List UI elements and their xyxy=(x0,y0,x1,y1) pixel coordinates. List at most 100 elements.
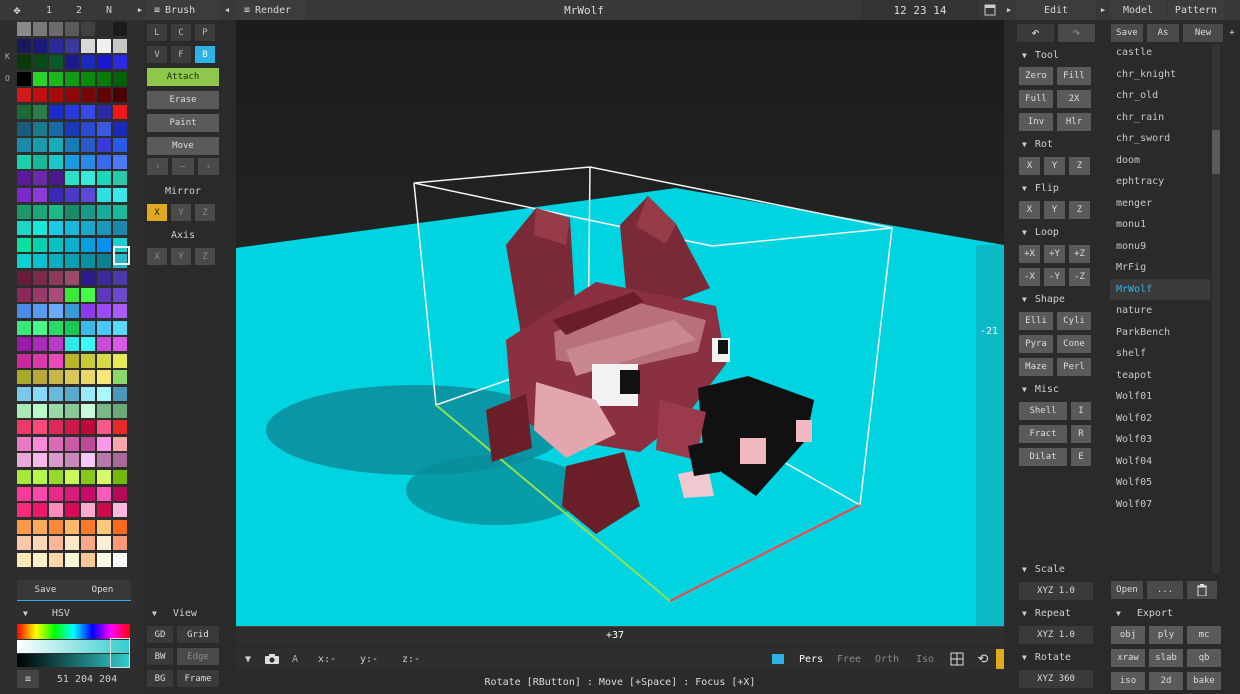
color-swatch[interactable] xyxy=(49,154,63,169)
cyli-button[interactable]: Cyli xyxy=(1056,311,1092,331)
color-swatch[interactable] xyxy=(49,254,63,269)
color-swatch[interactable] xyxy=(33,121,47,136)
export-ply-button[interactable]: ply xyxy=(1148,625,1184,645)
2x-button[interactable]: 2X xyxy=(1056,89,1092,109)
export-slab-button[interactable]: slab xyxy=(1148,648,1184,668)
color-swatch[interactable] xyxy=(81,104,95,119)
brush-mode-c[interactable]: C xyxy=(170,23,192,42)
color-swatch[interactable] xyxy=(97,104,111,119)
color-swatch[interactable] xyxy=(17,453,31,468)
color-swatch[interactable] xyxy=(113,304,127,319)
model-list-item[interactable]: Wolf02 xyxy=(1110,408,1210,430)
color-swatch[interactable] xyxy=(81,154,95,169)
paint-button[interactable]: Paint xyxy=(146,113,220,133)
erase-button[interactable]: Erase xyxy=(146,90,220,110)
color-swatch[interactable] xyxy=(81,171,95,186)
model-list-item[interactable]: monu1 xyxy=(1110,214,1210,236)
color-swatch[interactable] xyxy=(65,88,79,103)
color-swatch[interactable] xyxy=(49,470,63,485)
color-swatch[interactable] xyxy=(97,287,111,302)
color-swatch[interactable] xyxy=(113,138,127,153)
model-list-item[interactable]: shelf xyxy=(1110,343,1210,365)
color-swatch[interactable] xyxy=(97,187,111,202)
arrow-left-button[interactable]: ‹ xyxy=(146,157,170,176)
color-swatch[interactable] xyxy=(49,553,63,567)
brush-mode-v[interactable]: V xyxy=(146,45,168,64)
mirror-y-button[interactable]: Y xyxy=(170,203,192,222)
color-swatch[interactable] xyxy=(33,88,47,103)
reset-view-icon[interactable]: ⟲ xyxy=(970,652,996,667)
scale-value[interactable]: XYZ 1.0 xyxy=(1018,581,1094,601)
color-swatch[interactable] xyxy=(113,187,127,202)
new-model-button[interactable]: New xyxy=(1182,23,1224,43)
color-swatch[interactable] xyxy=(113,436,127,451)
color-swatch[interactable] xyxy=(49,453,63,468)
color-swatch[interactable] xyxy=(65,104,79,119)
fract-r-button[interactable]: R xyxy=(1070,424,1092,444)
color-swatch[interactable] xyxy=(97,55,111,70)
model-list-item[interactable]: Wolf04 xyxy=(1110,451,1210,473)
color-swatch[interactable] xyxy=(49,104,63,119)
color-swatch[interactable] xyxy=(97,403,111,418)
color-swatch[interactable] xyxy=(81,38,95,53)
color-swatch[interactable] xyxy=(17,171,31,186)
color-swatch[interactable] xyxy=(113,553,127,567)
color-swatch[interactable] xyxy=(33,553,47,567)
model-list-item[interactable]: chr_knight xyxy=(1110,64,1210,86)
axis-x-button[interactable]: X xyxy=(146,247,168,266)
palette-menu-icon[interactable]: ≡ xyxy=(17,670,39,688)
color-swatch[interactable] xyxy=(113,320,127,335)
edge-button[interactable]: Edge xyxy=(176,647,220,666)
color-swatch[interactable] xyxy=(113,453,127,468)
color-swatch[interactable] xyxy=(33,453,47,468)
color-swatch[interactable] xyxy=(17,204,31,219)
color-swatch[interactable] xyxy=(33,187,47,202)
color-swatch[interactable] xyxy=(17,536,31,551)
color-swatch[interactable] xyxy=(81,420,95,435)
rotate-header[interactable]: ▼ Rotate xyxy=(1016,648,1096,666)
loop-minus-x-button[interactable]: -X xyxy=(1018,267,1041,287)
color-swatch[interactable] xyxy=(81,387,95,402)
color-swatch[interactable] xyxy=(49,337,63,352)
color-swatch[interactable] xyxy=(33,71,47,86)
color-swatch[interactable] xyxy=(17,486,31,501)
grid-button[interactable]: Grid xyxy=(176,625,220,644)
color-swatch[interactable] xyxy=(49,287,63,302)
loop-plus-x-button[interactable]: +X xyxy=(1018,244,1041,264)
rot-x-button[interactable]: X xyxy=(1018,156,1041,176)
mirror-z-button[interactable]: Z xyxy=(194,203,216,222)
color-swatch[interactable] xyxy=(33,503,47,518)
color-swatch[interactable] xyxy=(65,353,79,368)
color-swatch[interactable] xyxy=(81,370,95,385)
color-swatch[interactable] xyxy=(113,287,127,302)
color-swatch[interactable] xyxy=(113,171,127,186)
color-swatch[interactable] xyxy=(65,470,79,485)
color-swatch[interactable] xyxy=(33,270,47,285)
projection-free[interactable]: Free xyxy=(830,654,868,665)
color-swatch[interactable] xyxy=(113,503,127,518)
color-swatch[interactable] xyxy=(33,204,47,219)
color-swatch[interactable] xyxy=(81,237,95,252)
color-swatch[interactable] xyxy=(33,370,47,385)
model-list-item[interactable]: Wolf01 xyxy=(1110,386,1210,408)
layout-icon[interactable] xyxy=(944,652,970,666)
color-swatch[interactable] xyxy=(113,536,127,551)
color-swatch[interactable] xyxy=(113,420,127,435)
color-swatch[interactable] xyxy=(81,353,95,368)
vertical-ruler[interactable] xyxy=(978,20,1004,626)
color-swatch[interactable] xyxy=(33,486,47,501)
color-swatch[interactable] xyxy=(81,55,95,70)
color-swatch[interactable] xyxy=(81,320,95,335)
color-swatch[interactable] xyxy=(97,22,111,36)
perl-button[interactable]: Perl xyxy=(1056,357,1092,377)
color-swatch[interactable] xyxy=(81,88,95,103)
rgb-value[interactable]: 51 204 204 xyxy=(44,670,130,688)
fill-button[interactable]: Fill xyxy=(1056,66,1092,86)
color-swatch[interactable] xyxy=(65,270,79,285)
color-swatch[interactable] xyxy=(49,71,63,86)
color-swatch[interactable] xyxy=(33,387,47,402)
color-swatch[interactable] xyxy=(97,138,111,153)
hlr-button[interactable]: Hlr xyxy=(1056,112,1092,132)
color-swatch[interactable] xyxy=(81,287,95,302)
color-swatch[interactable] xyxy=(81,486,95,501)
